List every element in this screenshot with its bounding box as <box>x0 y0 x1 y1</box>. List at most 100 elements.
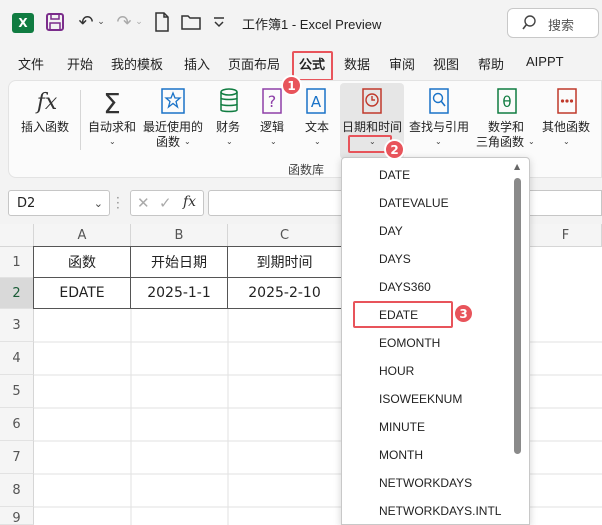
undo-dropdown-icon[interactable]: ⌄ <box>96 15 106 29</box>
insert-function-icon[interactable]: fx <box>183 194 196 210</box>
tab-view[interactable]: 视图 <box>433 54 459 73</box>
undo-icon[interactable]: ↶ <box>76 12 96 33</box>
search-box[interactable]: 搜索 <box>507 8 599 38</box>
row-header-9[interactable]: 9 <box>0 507 34 525</box>
new-document-icon[interactable] <box>154 12 170 32</box>
cell-b1[interactable]: 开始日期 <box>130 246 228 278</box>
function-library-group-label: 函数库 <box>288 163 325 177</box>
tab-data[interactable]: 数据 <box>344 54 370 73</box>
autosum-dropdown-icon: ⌄ <box>109 137 116 146</box>
cell-a1[interactable]: 函数 <box>33 246 131 278</box>
window-title: 工作簿1 - Excel Preview <box>242 17 382 32</box>
callout-3: 3 <box>453 303 474 324</box>
row-header-1[interactable]: 1 <box>0 247 34 278</box>
theta-icon: θ <box>496 88 518 114</box>
cell-c1[interactable]: 到期时间 <box>227 246 342 278</box>
math-trig-label-2: 三角函数 <box>476 135 525 149</box>
row-header-3[interactable]: 3 <box>0 309 34 342</box>
row-header-8[interactable]: 8 <box>0 474 34 507</box>
row-header-4[interactable]: 4 <box>0 342 34 375</box>
menu-item-edate[interactable]: EDATE <box>379 308 418 322</box>
text-label: 文本 <box>305 120 330 134</box>
tab-review[interactable]: 审阅 <box>389 54 415 73</box>
svg-text:?: ? <box>268 92 277 111</box>
column-header-f[interactable]: F <box>530 224 602 247</box>
cancel-icon[interactable]: ✕ <box>137 194 150 212</box>
logical-label: 逻辑 <box>260 120 285 134</box>
search-placeholder: 搜索 <box>548 19 575 34</box>
svg-text:θ: θ <box>502 93 511 111</box>
name-box[interactable]: D2 ⌄ <box>8 190 110 216</box>
autosum-label: 自动求和 <box>88 120 137 134</box>
question-icon: ? <box>261 88 283 114</box>
menu-item-day[interactable]: DAY <box>379 224 403 238</box>
cell-b2[interactable]: 2025-1-1 <box>130 277 228 309</box>
name-box-value: D2 <box>17 196 36 211</box>
more-dots-icon: · · · <box>116 191 120 215</box>
menu-item-month[interactable]: MONTH <box>379 448 423 462</box>
more-functions-label: 其他函数 <box>542 120 591 134</box>
tab-help[interactable]: 帮助 <box>478 54 504 73</box>
text-dropdown-icon: ⌄ <box>314 137 321 146</box>
menu-item-days[interactable]: DAYS <box>379 252 411 266</box>
lookup-reference-dropdown-icon: ⌄ <box>435 137 442 146</box>
chevron-down-icon[interactable]: ⌄ <box>94 197 103 210</box>
tab-insert[interactable]: 插入 <box>184 54 210 73</box>
excel-app-icon: X <box>12 13 34 33</box>
financial-label: 财务 <box>216 120 241 134</box>
customize-toolbar-icon[interactable] <box>212 13 226 31</box>
math-trig-label-1: 数学和 <box>488 120 525 134</box>
tab-my-templates[interactable]: 我的模板 <box>111 54 163 73</box>
formula-buttons: ✕ ✓ fx <box>130 190 204 216</box>
select-all-corner[interactable] <box>0 224 34 247</box>
callout-1: 1 <box>281 75 302 96</box>
column-header-b[interactable]: B <box>131 224 228 247</box>
search-icon <box>522 15 536 31</box>
text-a-icon: A <box>305 88 327 114</box>
column-header-a[interactable]: A <box>34 224 131 247</box>
date-time-label: 日期和时间 <box>342 120 403 134</box>
row-header-7[interactable]: 7 <box>0 441 34 474</box>
clock-icon <box>361 88 383 114</box>
insert-function-label: 插入函数 <box>21 120 70 134</box>
lookup-reference-label: 查找与引用 <box>409 120 470 134</box>
column-header-c[interactable]: C <box>228 224 342 247</box>
menu-item-hour[interactable]: HOUR <box>379 364 414 378</box>
callout-2: 2 <box>384 139 405 160</box>
redo-icon[interactable]: ↷ <box>114 12 134 33</box>
menu-item-eomonth[interactable]: EOMONTH <box>379 336 440 350</box>
menu-item-minute[interactable]: MINUTE <box>379 420 425 434</box>
logical-dropdown-icon: ⌄ <box>270 137 277 146</box>
tab-aippt[interactable]: AIPPT <box>526 54 564 69</box>
row-header-6[interactable]: 6 <box>0 408 34 441</box>
confirm-icon[interactable]: ✓ <box>159 194 172 212</box>
fx-icon: fx <box>36 89 58 115</box>
menu-item-networkdays-intl[interactable]: NETWORKDAYS.INTL <box>379 504 501 518</box>
dots-icon <box>556 88 578 114</box>
star-icon <box>160 88 186 114</box>
cell-a2[interactable]: EDATE <box>33 277 131 309</box>
tab-home[interactable]: 开始 <box>67 54 93 73</box>
title-bar: X ↶ ⌄ ↷ ⌄ 工作簿1 - Excel Preview 搜索 <box>0 0 602 46</box>
menu-item-datevalue[interactable]: DATEVALUE <box>379 196 449 210</box>
menu-item-date[interactable]: DATE <box>379 168 410 182</box>
recently-used-dropdown-icon: ⌄ <box>184 137 191 146</box>
magnifier-icon <box>428 88 450 114</box>
cell-c2[interactable]: 2025-2-10 <box>227 277 342 309</box>
row-header-2[interactable]: 2 <box>0 278 34 309</box>
scroll-up-icon[interactable]: ▲ <box>514 162 520 171</box>
row-header-5[interactable]: 5 <box>0 375 34 408</box>
menu-item-days360[interactable]: DAYS360 <box>379 280 431 294</box>
tab-page-layout[interactable]: 页面布局 <box>228 54 280 73</box>
svg-text:A: A <box>311 93 322 111</box>
save-icon[interactable] <box>46 13 64 31</box>
menu-scrollbar-thumb[interactable] <box>514 178 521 454</box>
sigma-icon: Σ <box>103 86 121 120</box>
redo-dropdown-icon[interactable]: ⌄ <box>134 15 144 29</box>
menu-item-isoweeknum[interactable]: ISOWEEKNUM <box>379 392 462 406</box>
math-trig-dropdown-icon: ⌄ <box>528 137 535 146</box>
open-folder-icon[interactable] <box>181 14 201 30</box>
ribbon-separator <box>80 90 81 150</box>
menu-item-networkdays[interactable]: NETWORKDAYS <box>379 476 472 490</box>
tab-file[interactable]: 文件 <box>18 54 44 73</box>
